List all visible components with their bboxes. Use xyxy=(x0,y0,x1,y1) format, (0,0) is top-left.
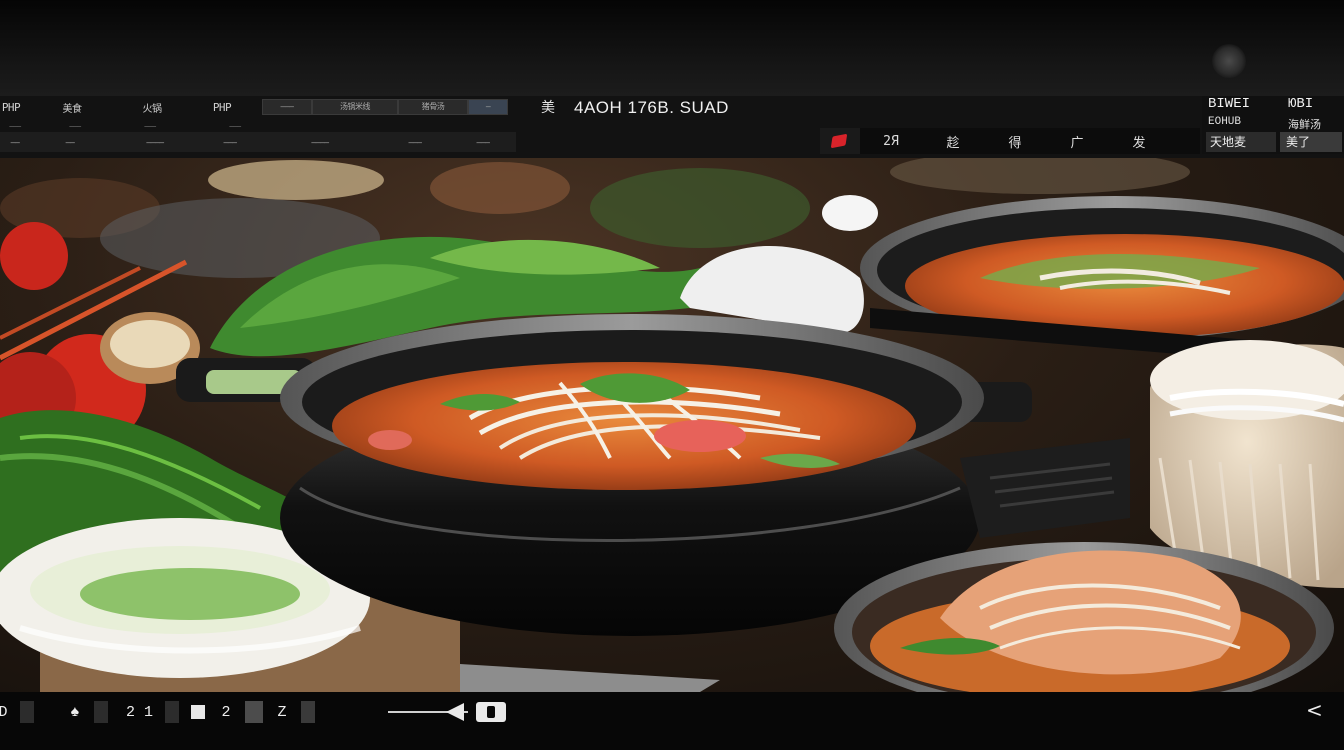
menu-subitem: ——— xyxy=(69,121,81,130)
toolbar-item[interactable]: 广 xyxy=(1046,132,1108,151)
record-button[interactable] xyxy=(820,128,860,154)
menu-subitem[interactable]: ———— xyxy=(110,138,200,147)
right-label: EOHUB xyxy=(1208,116,1242,128)
menu-row-3: —— —— ———— ——— ———— ——— ——— xyxy=(0,132,516,152)
control-box-icon[interactable] xyxy=(245,701,264,723)
menu-subitem[interactable]: —— xyxy=(0,138,30,147)
page-icon[interactable] xyxy=(191,705,206,719)
back-icon[interactable]: < xyxy=(1306,698,1323,722)
toolbar-item[interactable]: 趁 xyxy=(922,132,984,151)
menu-columns: PHP 美食 火锅 PHP ——— 汤锅米线 猪骨汤 — ——— ——— ———… xyxy=(0,96,516,154)
menu-row-1: PHP 美食 火锅 PHP ——— 汤锅米线 猪骨汤 — xyxy=(0,96,516,118)
control-box-icon[interactable] xyxy=(94,701,108,723)
menu-subitem: ——— xyxy=(144,121,156,130)
lens-flare xyxy=(1212,44,1246,78)
playback-controls: D ♠ 2 1 2 Z xyxy=(0,698,327,726)
volume-icon[interactable] xyxy=(446,703,464,721)
control-box-icon[interactable] xyxy=(165,701,180,723)
menu-item[interactable]: ——— xyxy=(262,99,312,115)
menu-item[interactable]: 美食 xyxy=(22,100,122,115)
page-title: 4AOH 176B. SUAD xyxy=(574,98,729,117)
toolbar-item[interactable]: 2Я xyxy=(860,134,922,149)
menu-item[interactable]: 火锅 xyxy=(122,100,182,115)
divider xyxy=(301,701,316,723)
toolbar-middle: 2Я 趁 得 广 发 xyxy=(820,128,1200,154)
right-label: BIWEI xyxy=(1208,96,1251,112)
control-label[interactable]: D xyxy=(0,701,8,723)
menu-item[interactable]: PHP xyxy=(182,101,262,114)
top-strip xyxy=(0,0,1344,96)
header-bar: PHP 美食 火锅 PHP ——— 汤锅米线 猪骨汤 — ——— ——— ———… xyxy=(0,96,1344,158)
scene-illustration xyxy=(0,158,1344,692)
spade-icon[interactable]: ♠ xyxy=(68,701,82,723)
toolbar-item[interactable]: 发 xyxy=(1108,132,1170,151)
menu-subitem[interactable]: ——— xyxy=(380,138,450,147)
header-right-panel: BIWEI ЮBI EOHUB 海鲜汤 天地麦 美了 xyxy=(1202,96,1344,154)
right-label: 海鲜汤 xyxy=(1288,120,1321,132)
toolbar-item[interactable]: 得 xyxy=(984,132,1046,151)
hotpot-scene-image xyxy=(0,158,1344,692)
menu-subitem[interactable]: ——— xyxy=(450,138,516,147)
menu-subitem[interactable]: —— xyxy=(30,138,110,147)
record-icon xyxy=(830,133,848,149)
playback-bar: D ♠ 2 1 2 Z < xyxy=(0,692,1344,750)
right-button[interactable]: 天地麦 xyxy=(1206,132,1276,152)
menu-subitem[interactable]: ——— xyxy=(200,138,260,147)
control-label[interactable]: 2 1 xyxy=(126,701,153,723)
control-label[interactable]: Z xyxy=(275,701,289,723)
menu-item[interactable]: PHP xyxy=(0,101,22,114)
title-glyph-icon: 美 xyxy=(541,100,555,116)
menu-row-2: ——— ——— ——— ——— xyxy=(0,120,516,131)
right-label: ЮBI xyxy=(1288,96,1314,112)
film-icon[interactable] xyxy=(476,702,506,722)
title-area: 美 4AOH 176B. SUAD xyxy=(536,96,729,120)
menu-subitem: ——— xyxy=(229,121,241,130)
menu-item[interactable]: 汤锅米线 xyxy=(312,99,398,115)
menu-subitem[interactable]: ———— xyxy=(260,138,380,147)
menu-item[interactable]: 猪骨汤 xyxy=(398,99,468,115)
control-box-icon[interactable] xyxy=(20,701,34,723)
menu-subitem: ——— xyxy=(9,121,21,130)
right-button[interactable]: 美了 xyxy=(1280,132,1342,152)
menu-item[interactable]: — xyxy=(468,99,508,115)
control-label[interactable]: 2 xyxy=(219,701,233,723)
